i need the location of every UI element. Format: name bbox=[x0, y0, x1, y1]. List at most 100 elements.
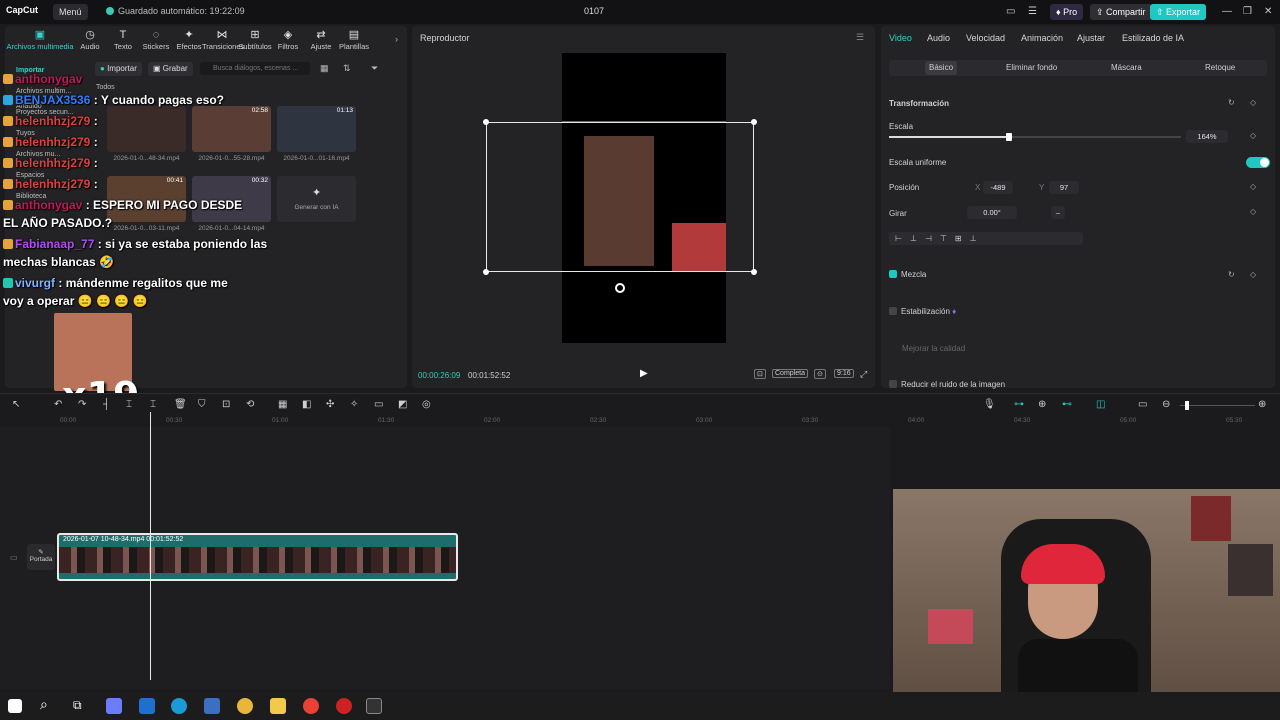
select-tool-icon[interactable]: ↖ bbox=[12, 399, 20, 410]
noise-checkbox[interactable] bbox=[889, 380, 897, 388]
media-tab-9[interactable]: ▤ Plantillas bbox=[334, 28, 374, 51]
track-lock-icon[interactable]: ▭ bbox=[10, 553, 18, 562]
copilot-icon[interactable] bbox=[106, 698, 122, 714]
maximize-icon[interactable]: ❐ bbox=[1243, 6, 1252, 17]
zoom-knob[interactable] bbox=[1185, 401, 1189, 410]
transform-heading[interactable]: Transformación bbox=[889, 99, 949, 108]
chrome-icon[interactable] bbox=[237, 698, 253, 714]
pos-y-field[interactable]: 97 bbox=[1049, 181, 1079, 194]
stabilize-checkbox[interactable] bbox=[889, 307, 897, 315]
rotate-field[interactable]: 0.00° bbox=[967, 206, 1017, 219]
captions-icon[interactable]: ▭ bbox=[374, 399, 383, 410]
inspector-tab-5[interactable]: Estilizado de IA bbox=[1122, 33, 1184, 43]
inspector-tab-3[interactable]: Animación bbox=[1021, 33, 1063, 43]
ai-crop-icon[interactable]: ◩ bbox=[398, 399, 407, 410]
task-view-icon[interactable]: ⧉ bbox=[73, 698, 82, 713]
flip-button[interactable]: – bbox=[1051, 206, 1065, 219]
crop-icon[interactable]: ⊡ bbox=[754, 369, 766, 379]
split-left-icon[interactable]: ⌶ bbox=[126, 399, 132, 410]
player-menu-icon[interactable]: ☰ bbox=[856, 32, 864, 43]
menu-button[interactable]: Menú bbox=[53, 4, 88, 20]
blend-checkbox[interactable] bbox=[889, 270, 897, 278]
layout-icon[interactable]: ▭ bbox=[1006, 6, 1015, 17]
snap-icon[interactable]: ⊷ bbox=[1062, 399, 1072, 410]
chrome-profile-icon[interactable] bbox=[303, 698, 319, 714]
mark-icon[interactable]: ⛉ bbox=[198, 399, 206, 410]
search-input[interactable]: Busca diálogos, escenas ... bbox=[200, 62, 310, 75]
zoom-out-icon[interactable]: ⊖ bbox=[1162, 399, 1170, 410]
timeline-ruler[interactable]: 00:00 00:30 01:00 01:30 02:00 02:30 03:00 03:30… bbox=[0, 415, 1280, 427]
tracking-icon[interactable]: ◎ bbox=[422, 399, 431, 410]
export-button[interactable]: ⇧ Exportar bbox=[1150, 4, 1207, 20]
cover-button[interactable]: ✎ Portada bbox=[27, 544, 55, 570]
subtab-mask[interactable]: Máscara bbox=[1111, 63, 1142, 72]
keyframe-icon[interactable]: ◇ bbox=[1250, 98, 1256, 107]
snapshot-icon[interactable]: ⊙ bbox=[814, 369, 826, 379]
uniform-scale-toggle[interactable] bbox=[1246, 157, 1270, 168]
scale-field[interactable]: 164% bbox=[1186, 130, 1228, 143]
filter-all[interactable]: Todos bbox=[96, 84, 115, 91]
capcut-taskbar-icon[interactable] bbox=[366, 698, 382, 714]
inspector-tab-0[interactable]: Video bbox=[889, 33, 912, 43]
crop-tool-icon[interactable]: ⊡ bbox=[222, 399, 230, 410]
pro-button[interactable]: ♦ Pro bbox=[1050, 4, 1084, 20]
sort-icon[interactable]: ⇅ bbox=[343, 63, 351, 74]
preview-axis-icon[interactable]: ◫ bbox=[1096, 399, 1105, 410]
media-thumbnail[interactable]: 01:13 bbox=[277, 106, 356, 152]
subtab-basic[interactable]: Básico bbox=[925, 61, 958, 75]
minimize-icon[interactable]: — bbox=[1222, 6, 1232, 17]
playhead[interactable] bbox=[150, 412, 151, 680]
subtab-remove-bg[interactable]: Eliminar fondo bbox=[1006, 63, 1057, 72]
reset-icon[interactable]: ↻ bbox=[1228, 98, 1235, 107]
video-clip[interactable]: 2026-01-07 10-48-34.mp4 00:01:52:52 bbox=[57, 533, 458, 581]
generate-ai-card[interactable]: ✦ Generar con IA bbox=[277, 176, 356, 222]
media-thumbnail[interactable]: 02:58 bbox=[192, 106, 271, 152]
grid-view-icon[interactable]: ▦ bbox=[320, 63, 329, 74]
inspector-tab-1[interactable]: Audio bbox=[927, 33, 950, 43]
noise-row[interactable]: Reducir el ruido de la imagen bbox=[889, 380, 1005, 389]
redo-icon[interactable]: ↷ bbox=[78, 399, 86, 410]
timeline-area[interactable]: ▭ ✎ Portada 2026-01-07 10-48-34.mp4 00:0… bbox=[0, 427, 890, 689]
scale-slider-knob[interactable] bbox=[1005, 133, 1012, 141]
close-icon[interactable]: ✕ bbox=[1264, 6, 1272, 17]
delete-icon[interactable]: 🗑 bbox=[174, 399, 187, 410]
inspector-tab-4[interactable]: Ajustar bbox=[1077, 33, 1105, 43]
settings-icon[interactable]: ☰ bbox=[1028, 6, 1037, 17]
align-buttons[interactable]: ⊢⊥⊣⊤⊞⊥ bbox=[889, 232, 1083, 245]
filter-icon[interactable]: ⏷ bbox=[371, 63, 378, 74]
undo-icon[interactable]: ↶ bbox=[54, 399, 62, 410]
store-icon[interactable] bbox=[204, 698, 220, 714]
magnet-icon[interactable]: ⊕ bbox=[1038, 399, 1046, 410]
keyframe-icon[interactable]: ◇ bbox=[1250, 207, 1256, 216]
magic-icon[interactable]: ✧ bbox=[350, 399, 358, 410]
edge-icon[interactable] bbox=[171, 698, 187, 714]
fullscreen-icon[interactable]: ⤢ bbox=[860, 369, 867, 380]
resize-handle[interactable] bbox=[751, 119, 757, 125]
file-explorer-icon[interactable] bbox=[270, 698, 286, 714]
media-tab-0[interactable]: ▣ Archivos multimedia bbox=[5, 28, 75, 51]
rotate-handle-icon[interactable] bbox=[615, 283, 625, 293]
mic-icon[interactable]: 🎙 bbox=[983, 399, 996, 410]
selection-box[interactable] bbox=[483, 119, 757, 275]
resize-handle[interactable] bbox=[751, 269, 757, 275]
improve-quality-label[interactable]: Mejorar la calidad bbox=[902, 344, 965, 353]
stabilize-row[interactable]: Estabilización ♦ bbox=[889, 307, 956, 316]
keyframe-icon[interactable]: ◇ bbox=[1250, 182, 1256, 191]
windows-start-icon[interactable] bbox=[8, 699, 22, 713]
media-thumbnail[interactable] bbox=[107, 106, 186, 152]
speed-icon[interactable]: ⟲ bbox=[246, 399, 254, 410]
ratio-button[interactable]: 9:16 bbox=[834, 369, 854, 378]
link-icon[interactable]: ⊶ bbox=[1014, 399, 1024, 410]
share-button[interactable]: ⇪ Compartir bbox=[1090, 4, 1152, 20]
mirror-icon[interactable]: ◧ bbox=[302, 399, 311, 410]
obs-icon[interactable] bbox=[336, 698, 352, 714]
zoom-slider[interactable] bbox=[1180, 401, 1255, 410]
play-icon[interactable]: ▶ bbox=[640, 368, 648, 379]
adjust-icon[interactable]: ✣ bbox=[326, 399, 334, 410]
import-button[interactable]: ● Importar bbox=[95, 62, 142, 76]
blend-row[interactable]: Mezcla bbox=[889, 270, 926, 279]
inspector-tab-2[interactable]: Velocidad bbox=[966, 33, 1005, 43]
full-quality-button[interactable]: Completa bbox=[772, 369, 808, 378]
reset-icon[interactable]: ↻ bbox=[1228, 270, 1235, 279]
outlook-icon[interactable] bbox=[139, 698, 155, 714]
